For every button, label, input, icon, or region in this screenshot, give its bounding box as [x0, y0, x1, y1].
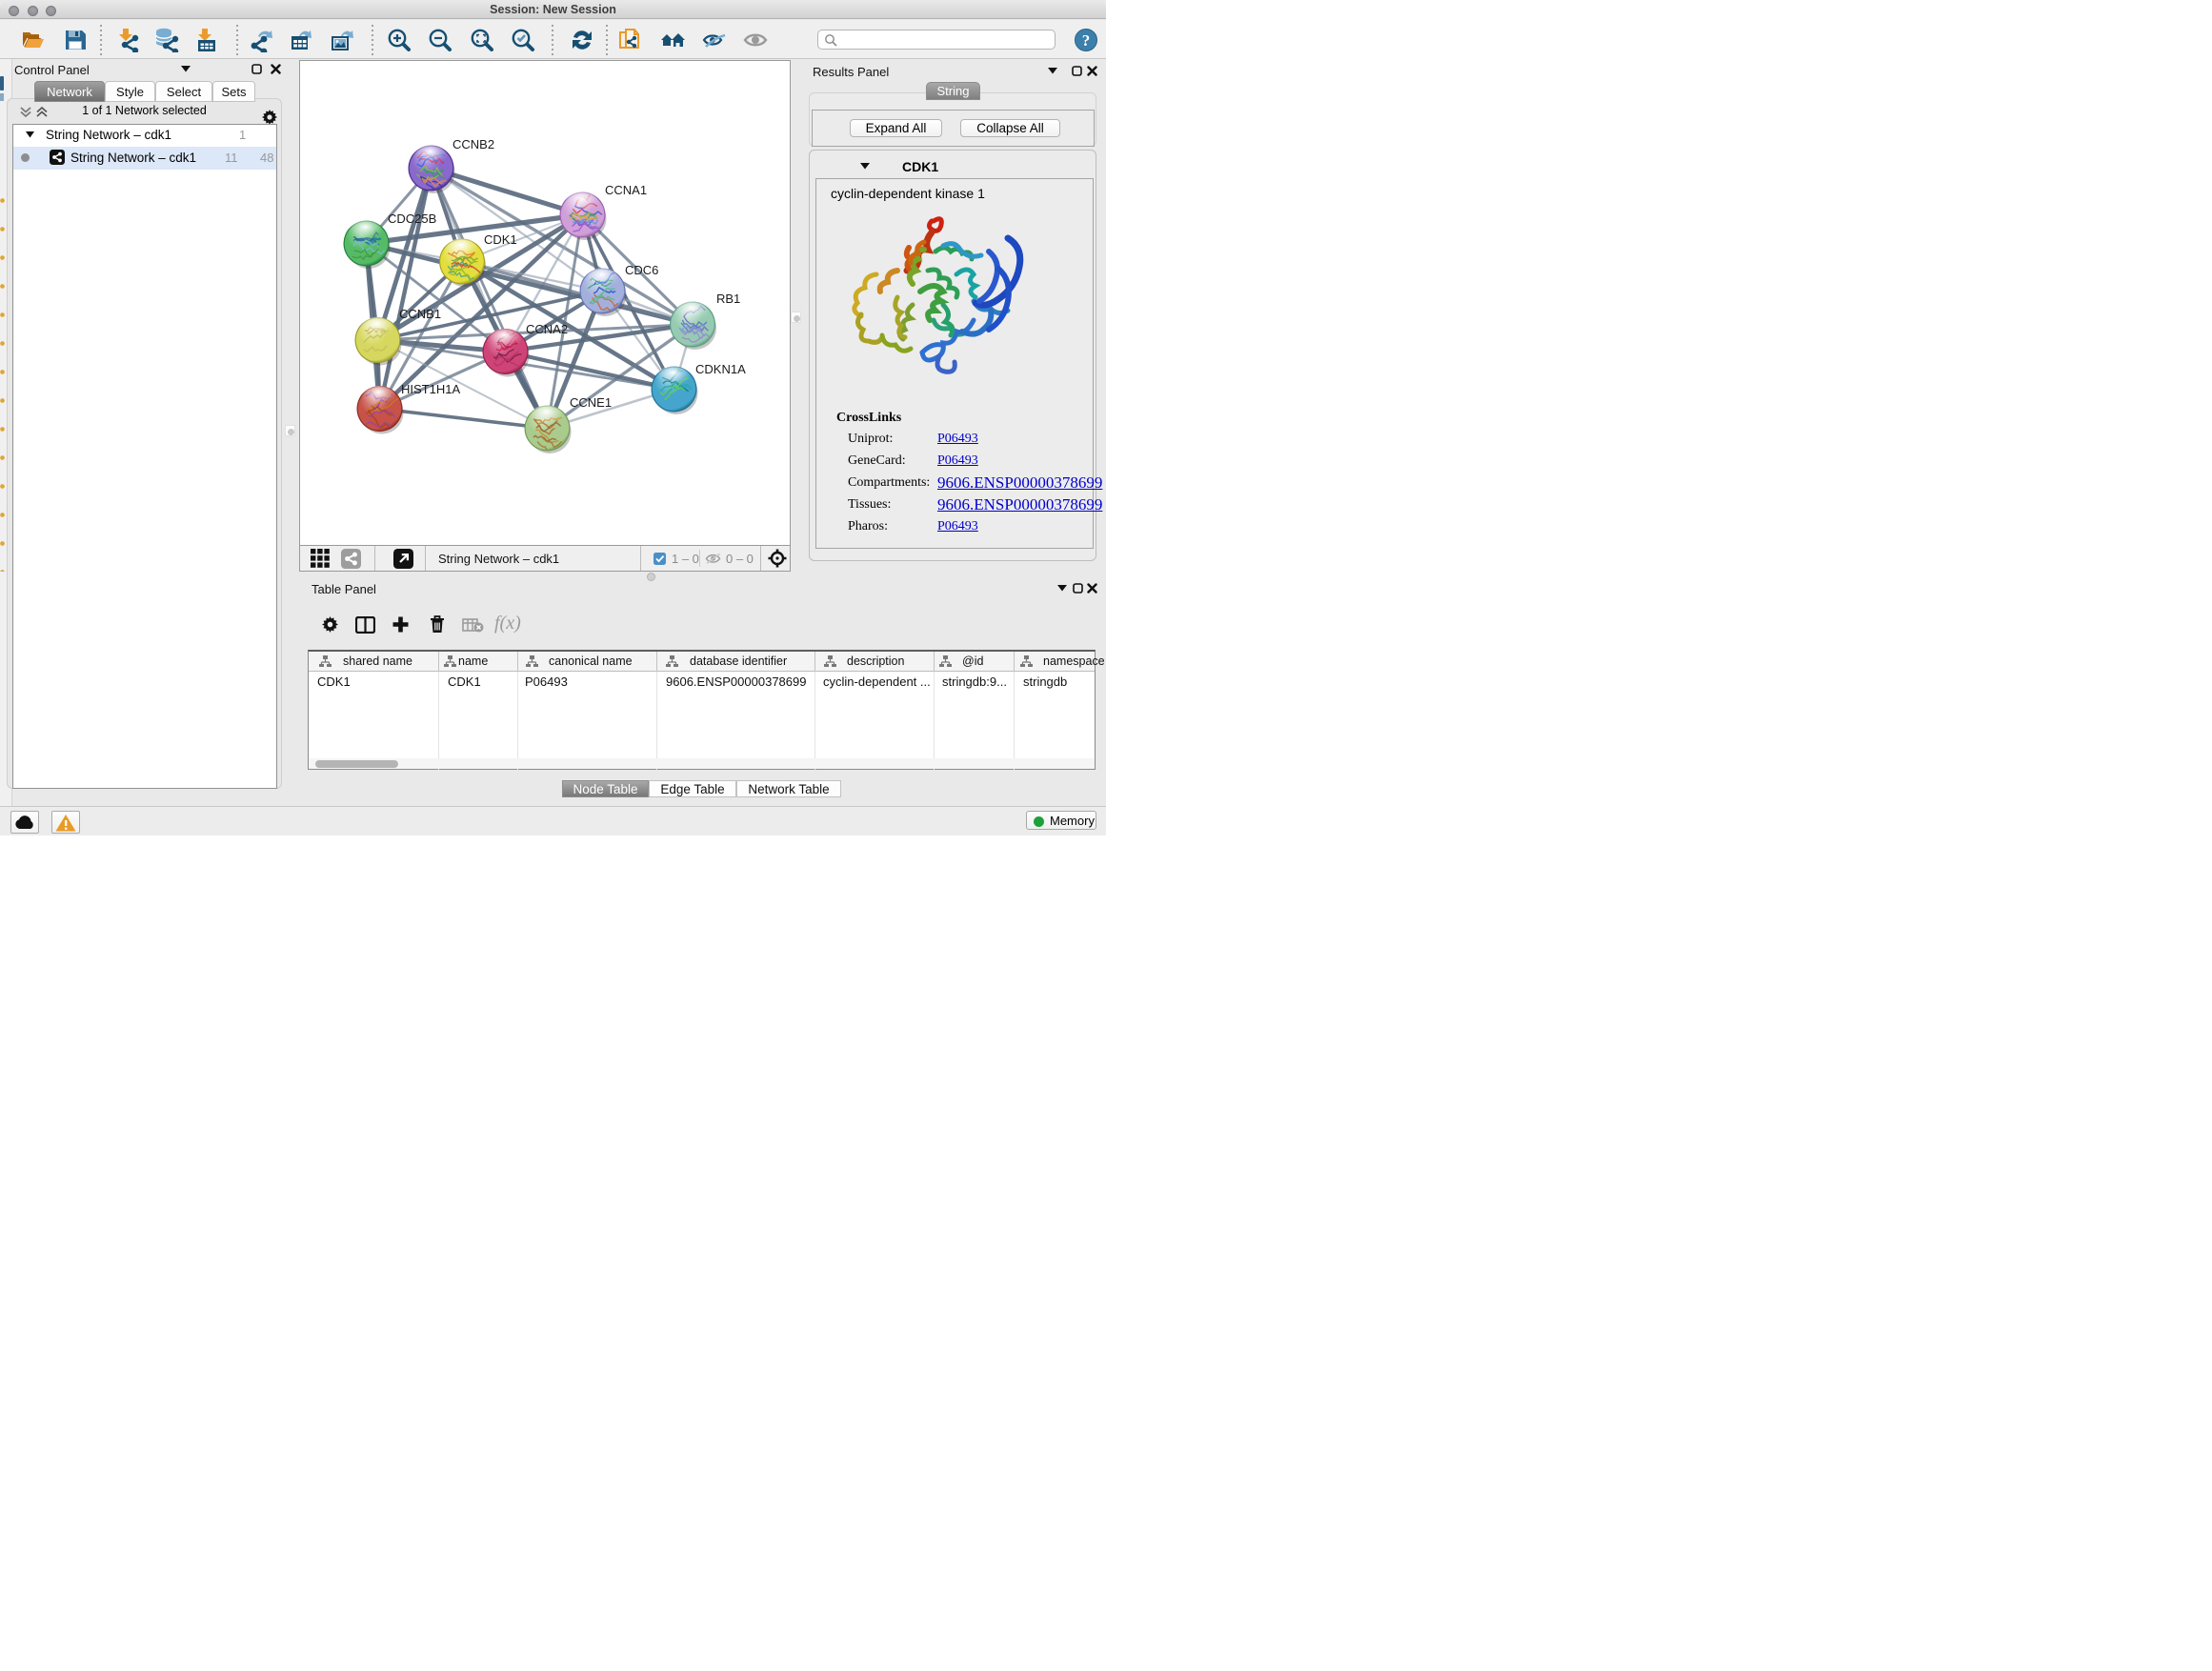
svg-text:CDKN1A: CDKN1A — [695, 362, 746, 376]
svg-text:CDK1: CDK1 — [484, 232, 517, 247]
svg-text:CDC25B: CDC25B — [388, 211, 436, 226]
svg-text:?: ? — [1082, 31, 1091, 50]
svg-text:CCNB2: CCNB2 — [452, 137, 494, 151]
svg-text:HIST1H1A: HIST1H1A — [401, 382, 460, 396]
svg-text:CCNE1: CCNE1 — [570, 395, 612, 410]
svg-text:CDC6: CDC6 — [625, 263, 658, 277]
svg-text:CCNA2: CCNA2 — [526, 322, 568, 336]
svg-text:CCNA1: CCNA1 — [605, 183, 647, 197]
svg-text:RB1: RB1 — [716, 292, 740, 306]
svg-text:CCNB1: CCNB1 — [399, 307, 441, 321]
